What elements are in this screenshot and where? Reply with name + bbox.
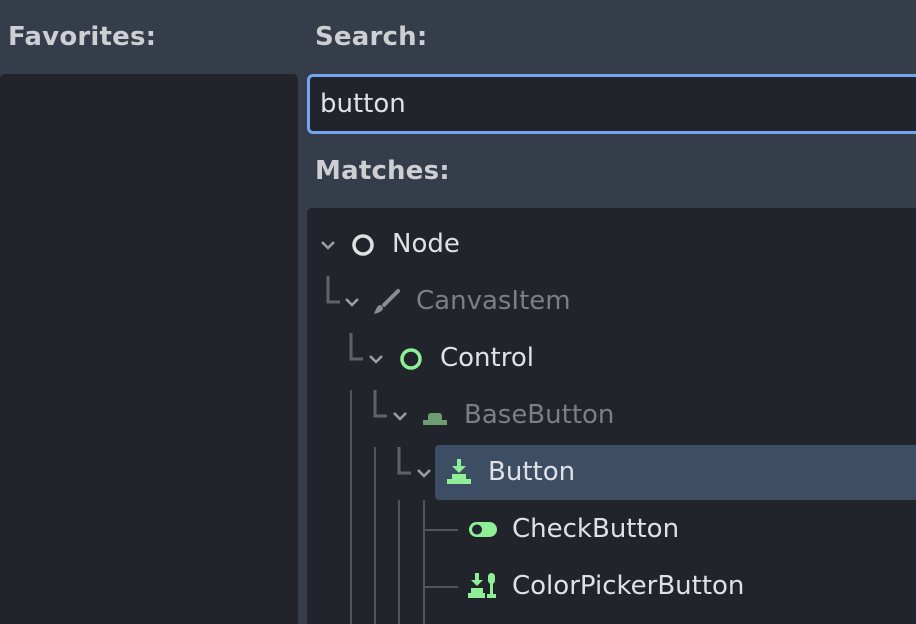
chevron-down-icon[interactable]	[366, 349, 386, 369]
tree-item-label: CanvasItem	[416, 286, 571, 316]
circle-outline-icon	[352, 234, 374, 256]
tree-item-label: Node	[392, 229, 460, 259]
tree-item-label: BaseButton	[464, 400, 615, 430]
tree-item-label: CheckButton	[512, 514, 680, 544]
chevron-down-icon[interactable]	[414, 463, 434, 483]
color-picker-button-icon	[468, 573, 496, 598]
chevron-down-icon[interactable]	[342, 292, 362, 312]
chevron-down-icon[interactable]	[318, 235, 338, 255]
circle-outline-green-icon	[400, 348, 422, 370]
tree-item-label: Button	[488, 457, 576, 487]
create-node-dialog: Favorites: Search: button Matches: Node …	[0, 0, 916, 624]
base-button-icon	[423, 413, 447, 425]
tree-item-label: Control	[440, 343, 534, 373]
brush-icon	[374, 289, 400, 314]
chevron-down-icon[interactable]	[390, 406, 410, 426]
toggle-icon	[469, 522, 497, 537]
button-icon	[447, 459, 471, 484]
tree-item-label: ColorPickerButton	[512, 571, 745, 601]
